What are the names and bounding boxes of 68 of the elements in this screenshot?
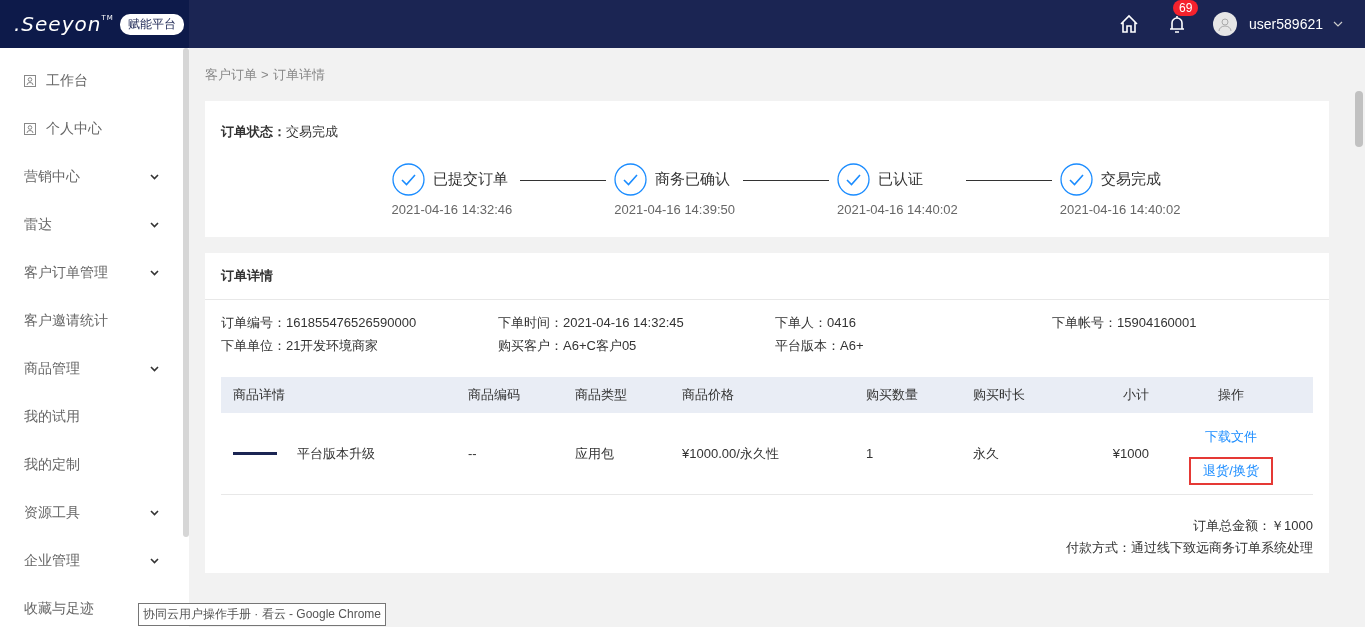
- section-title: 订单详情: [205, 253, 1329, 300]
- info-field: 下单时间：2021-04-16 14:32:45: [498, 314, 775, 332]
- sidebar-item[interactable]: 客户订单管理: [0, 249, 183, 297]
- column-header: 购买数量: [866, 386, 919, 404]
- table-cell-text: 1: [866, 446, 875, 461]
- sidebar-item[interactable]: 我的试用: [0, 393, 183, 441]
- column-header: 操作: [1217, 386, 1245, 404]
- sidebar-item[interactable]: 雷达: [0, 201, 183, 249]
- step-time: 2021-04-16 14:40:02: [837, 202, 958, 217]
- column-header: 小计: [1122, 386, 1149, 404]
- chevron-down-icon: [150, 510, 159, 516]
- sidebar-item[interactable]: 个人中心: [0, 105, 183, 153]
- home-icon[interactable]: [1119, 14, 1140, 34]
- product-thumbnail: [233, 452, 277, 455]
- step-label: 交易完成: [1100, 170, 1161, 189]
- scrollbar[interactable]: [183, 48, 189, 537]
- step-time: 2021-04-16 14:39:50: [614, 202, 735, 217]
- info-field: 下单人：0416: [775, 314, 1052, 332]
- chevron-down-icon: [150, 174, 159, 180]
- breadcrumb-item[interactable]: 客户订单: [205, 65, 257, 84]
- info-field: 订单编号：161855476526590000: [221, 314, 498, 332]
- sidebar-item[interactable]: 我的定制: [0, 441, 183, 489]
- action-link[interactable]: 退货/换货: [1189, 456, 1273, 485]
- user-card-icon: [24, 123, 36, 135]
- info-field: 平台版本：A6+: [775, 337, 1052, 355]
- notification-badge: 69: [1173, 0, 1199, 16]
- step-label: 商务已确认: [655, 170, 731, 189]
- platform-badge: 赋能平台: [119, 13, 184, 35]
- column-header: 商品价格: [682, 386, 735, 404]
- step-time: 2021-04-16 14:32:46: [391, 202, 513, 217]
- column-header: 商品详情: [232, 386, 286, 404]
- tooltip: 协同云用户操作手册 · 看云 - Google Chrome: [138, 603, 387, 626]
- breadcrumb-item: 订单详情: [272, 65, 325, 84]
- sidebar-item[interactable]: 资源工具: [0, 489, 183, 537]
- table-cell-text: ¥1000.00/永久性: [682, 444, 780, 463]
- column-header: 商品编码: [468, 386, 521, 404]
- sidebar-item[interactable]: 企业管理: [0, 537, 183, 585]
- sidebar-item[interactable]: 工作台: [0, 57, 183, 105]
- sidebar-item[interactable]: 客户邀请统计: [0, 297, 183, 345]
- scrollbar[interactable]: [1355, 91, 1363, 147]
- column-header: 商品类型: [575, 386, 628, 404]
- username[interactable]: user589621: [1249, 16, 1323, 32]
- step-time: 2021-04-16 14:40:02: [1059, 202, 1181, 217]
- payment-method: 付款方式：通过线下致远商务订单系统处理: [1065, 539, 1313, 557]
- breadcrumb-separator: >: [261, 67, 269, 82]
- chevron-down-icon: [150, 222, 159, 228]
- table-cell: 平台版本升级: [297, 444, 375, 463]
- sidebar-item[interactable]: 商品管理: [0, 345, 183, 393]
- column-header: 购买时长: [973, 386, 1026, 404]
- info-field: 购买客户：A6+C客户05: [498, 337, 775, 355]
- table-cell-text: 永久: [973, 444, 1000, 463]
- order-total: 订单总金额：￥1000: [1192, 517, 1313, 535]
- table-cell-text: 应用包: [575, 444, 615, 463]
- chevron-down-icon: [150, 366, 159, 372]
- table-cell-text: --: [468, 446, 478, 461]
- order-status-text: 订单状态：交易完成: [221, 123, 339, 141]
- chevron-down-icon: [150, 558, 159, 564]
- table-cell-text: ¥1000: [1111, 446, 1149, 461]
- chevron-down-icon: [150, 270, 159, 276]
- info-field: 下单单位：21开发环境商家: [221, 337, 498, 355]
- sidebar-item[interactable]: 营销中心: [0, 153, 183, 201]
- step-label: 已提交订单: [432, 170, 508, 189]
- info-field: 下单帐号：15904160001: [1052, 314, 1313, 332]
- step-label: 已认证: [878, 170, 923, 189]
- chevron-down-icon[interactable]: [1333, 21, 1343, 27]
- avatar[interactable]: [1213, 12, 1238, 36]
- action-link[interactable]: 下载文件: [1191, 422, 1271, 451]
- user-card-icon: [24, 75, 36, 87]
